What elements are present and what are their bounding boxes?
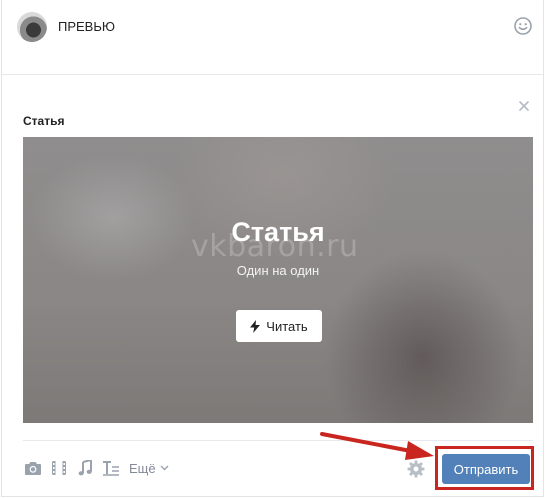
camera-icon[interactable]	[23, 458, 43, 478]
article-subtitle: Один на один	[236, 263, 320, 278]
lightning-icon	[250, 319, 261, 333]
attachment-title: Статья	[23, 114, 65, 128]
article-card[interactable]: vkbaron.ru Статья Один на один Читать	[23, 137, 533, 423]
send-button[interactable]: Отправить	[442, 454, 530, 484]
more-button[interactable]: Ещё	[129, 461, 169, 476]
post-composer: ПРЕВЬЮ Статья vkbaron.ru Статья Один на …	[1, 0, 544, 497]
divider	[23, 440, 533, 441]
composer-header: ПРЕВЬЮ	[2, 0, 543, 75]
video-icon[interactable]	[49, 458, 69, 478]
article-title: Статья	[231, 217, 325, 247]
post-text[interactable]: ПРЕВЬЮ	[58, 19, 115, 34]
read-button[interactable]: Читать	[236, 310, 322, 342]
music-icon[interactable]	[75, 458, 95, 478]
article-icon[interactable]	[101, 458, 121, 478]
close-icon[interactable]	[517, 99, 531, 113]
read-button-label: Читать	[266, 318, 308, 334]
gear-icon[interactable]	[406, 459, 426, 479]
more-label: Ещё	[129, 460, 156, 476]
chevron-down-icon	[160, 465, 169, 471]
attach-toolbar: Ещё	[23, 458, 169, 478]
smile-icon[interactable]	[513, 16, 533, 36]
user-avatar[interactable]	[17, 12, 47, 42]
